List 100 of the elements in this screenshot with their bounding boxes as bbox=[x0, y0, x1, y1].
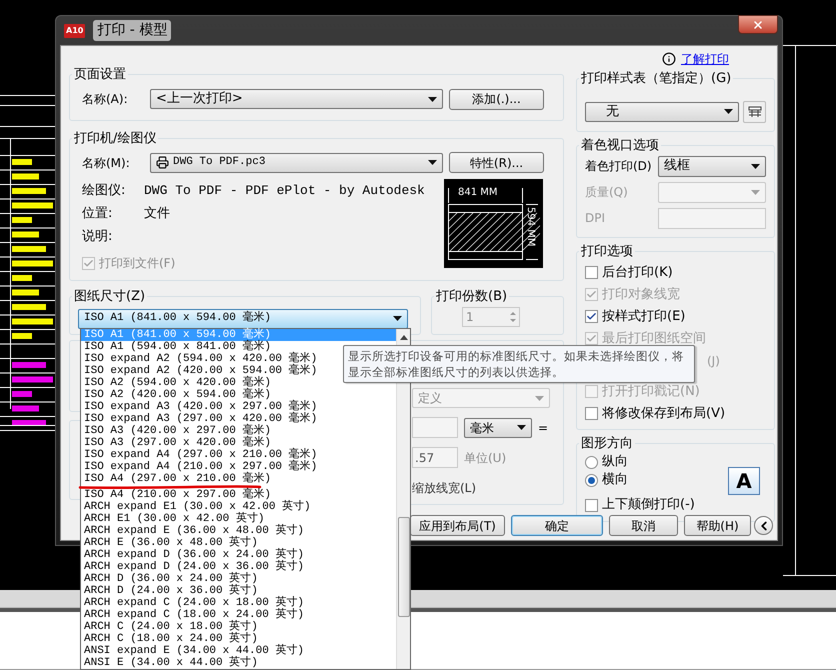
checkbox-label: 将修改保存到布局(V) bbox=[602, 404, 726, 423]
dpi-field[interactable] bbox=[658, 208, 766, 228]
section-title: 打印选项 bbox=[580, 243, 634, 261]
window-title: 打印 - 模型 bbox=[93, 20, 172, 41]
shade-dropdown[interactable]: 线框 bbox=[658, 156, 766, 176]
checkbox-label: 上下颠倒打印(-) bbox=[602, 496, 695, 514]
section-title: 图形方向 bbox=[580, 434, 634, 452]
equals-sign: = bbox=[538, 420, 548, 436]
paper-size-option[interactable]: ARCH expand D (36.00 x 24.00 英寸) bbox=[81, 549, 396, 561]
info-value: 文件 bbox=[144, 204, 170, 223]
check-icon bbox=[586, 333, 597, 344]
checkbox[interactable] bbox=[585, 498, 598, 512]
paper-size-option[interactable]: ARCH C (24.00 x 18.00 英寸) bbox=[81, 621, 396, 633]
dialog-button[interactable]: 确定 bbox=[511, 515, 603, 536]
properties-button[interactable]: 特性(R)... bbox=[449, 152, 544, 173]
paper-size-dropdown[interactable]: ISO A1 (841.00 x 594.00 毫米) bbox=[78, 308, 408, 328]
help-link[interactable]: 了解打印 bbox=[681, 50, 729, 68]
checkbox-label: 打印到文件(F) bbox=[99, 255, 176, 272]
field-label: 名称(M): bbox=[81, 154, 131, 172]
paper-size-option[interactable]: ARCH E1 (30.00 x 42.00 英寸) bbox=[81, 513, 396, 525]
edit-style-button[interactable] bbox=[743, 100, 766, 122]
paper-size-option[interactable]: ARCH expand D (24.00 x 36.00 英寸) bbox=[81, 561, 396, 573]
paper-size-option[interactable]: ISO expand A3 (420.00 x 297.00 毫米) bbox=[81, 401, 396, 413]
page-setup-dropdown[interactable]: <上一次打印> bbox=[150, 89, 443, 109]
radio-button[interactable] bbox=[585, 456, 598, 468]
unit-dropdown[interactable]: 毫米 bbox=[464, 418, 532, 438]
paper-size-option[interactable]: ANSI expand E (34.00 x 44.00 英寸) bbox=[81, 645, 396, 657]
check-icon bbox=[586, 311, 597, 322]
check-icon bbox=[586, 289, 597, 300]
orientation-preview: A bbox=[728, 467, 760, 495]
caret-icon bbox=[428, 96, 437, 102]
height-dimension: 594 MM bbox=[525, 207, 535, 247]
checkbox-label: 打开打印戳记(N) bbox=[602, 382, 700, 401]
dialog-button[interactable]: 应用到布局(T) bbox=[410, 515, 505, 536]
paper-size-option[interactable]: ARCH expand C (24.00 x 18.00 英寸) bbox=[81, 597, 396, 609]
section-title: 着色视口选项 bbox=[580, 136, 660, 154]
paper-size-option[interactable]: ARCH expand C (18.00 x 24.00 英寸) bbox=[81, 609, 396, 621]
caret-icon bbox=[751, 164, 760, 168]
units-label: 单位(U) bbox=[464, 450, 506, 466]
tooltip: 显示所选打印设备可用的标准图纸尺寸。如果未选择绘图仪，将显示全部标准图纸尺寸的列表以供选择。 bbox=[343, 345, 695, 383]
info-label: 说明: bbox=[81, 228, 114, 246]
radio-button[interactable] bbox=[585, 474, 598, 486]
printer-dropdown[interactable]: DWG To PDF.pc3 bbox=[150, 152, 443, 172]
caret-icon bbox=[393, 316, 402, 321]
info-value: DWG To PDF - PDF ePlot - by Autodesk bbox=[144, 182, 425, 200]
paper-size-option[interactable]: ARCH D (36.00 x 24.00 英寸) bbox=[81, 573, 396, 585]
field-label: DPI bbox=[585, 210, 606, 227]
field-label: 着色打印(D) bbox=[585, 158, 652, 175]
paper-size-option[interactable]: ISO expand A3 (297.00 x 420.00 毫米) bbox=[81, 413, 396, 425]
checkbox-label: 按样式打印(E) bbox=[602, 308, 686, 326]
section-title: 打印份数(B) bbox=[435, 288, 508, 306]
radio-label: 横向 bbox=[602, 471, 628, 490]
section-title: 图纸尺寸(Z) bbox=[73, 288, 146, 306]
paper-size-option[interactable]: ARCH E (36.00 x 48.00 英寸) bbox=[81, 537, 396, 549]
check-icon bbox=[83, 258, 94, 268]
info-label: 位置: bbox=[81, 204, 114, 223]
radio-label: 纵向 bbox=[602, 453, 628, 472]
units-field[interactable]: .57 bbox=[412, 447, 458, 468]
paper-size-option[interactable]: ANSI E (34.00 x 44.00 英寸) bbox=[81, 657, 396, 669]
close-icon bbox=[752, 18, 764, 30]
paper-size-option[interactable]: ISO A3 (420.00 x 297.00 毫米) bbox=[81, 425, 396, 437]
app-logo: A10 bbox=[64, 24, 86, 38]
scale-field[interactable] bbox=[412, 417, 458, 438]
caret-icon bbox=[517, 425, 526, 430]
paper-size-option[interactable]: ISO expand A4 (210.00 x 297.00 毫米) bbox=[81, 461, 396, 473]
lineweight-label: 缩放线宽(L) bbox=[412, 480, 476, 497]
dialog-button[interactable]: 取消 bbox=[609, 515, 678, 536]
scroll-thumb[interactable] bbox=[398, 517, 410, 617]
width-dimension: 841 MM bbox=[458, 188, 498, 198]
checkbox-label: 后台打印(K) bbox=[602, 264, 673, 282]
paper-size-option[interactable]: ARCH expand E1 (30.00 x 42.00 英寸) bbox=[81, 501, 396, 513]
checkbox[interactable] bbox=[585, 266, 598, 279]
caret-icon bbox=[428, 160, 437, 165]
section-title: 打印机/绘图仪 bbox=[73, 130, 158, 148]
section-title: 页面设置 bbox=[73, 66, 127, 84]
caret-icon bbox=[535, 396, 544, 400]
paper-size-option[interactable]: ARCH D (24.00 x 36.00 英寸) bbox=[81, 585, 396, 597]
paper-size-option[interactable]: ISO A4 (297.00 x 210.00 毫米) bbox=[81, 473, 396, 485]
info-label: 绘图仪: bbox=[81, 182, 126, 200]
paper-size-option[interactable]: ISO A2 (420.00 x 594.00 毫米) bbox=[81, 389, 396, 401]
plot-style-dropdown[interactable]: 无 bbox=[585, 102, 739, 122]
checkbox-label: 打印对象线宽 bbox=[602, 286, 680, 304]
paper-size-option[interactable]: ARCH expand E (36.00 x 48.00 英寸) bbox=[81, 525, 396, 537]
add-button[interactable]: 添加(.)... bbox=[449, 88, 544, 110]
checkbox-label: 最后打印图纸空间 bbox=[602, 330, 706, 348]
printer-icon bbox=[156, 156, 169, 169]
paper-size-option[interactable]: ARCH C (18.00 x 24.00 英寸) bbox=[81, 633, 396, 645]
checkbox[interactable] bbox=[585, 310, 598, 323]
checkbox-label: (J) bbox=[707, 352, 720, 370]
checkbox[interactable] bbox=[585, 407, 598, 420]
table-icon bbox=[748, 106, 762, 118]
paper-size-option[interactable]: ISO A4 (210.00 x 297.00 毫米) bbox=[81, 489, 396, 501]
paper-size-option[interactable]: ISO A3 (297.00 x 420.00 毫米) bbox=[81, 437, 396, 449]
paper-size-option[interactable]: ISO expand A4 (297.00 x 210.00 毫米) bbox=[81, 449, 396, 461]
dialog-button[interactable]: 帮助(H) bbox=[684, 515, 751, 536]
caret-icon bbox=[751, 190, 760, 194]
close-button[interactable] bbox=[738, 15, 778, 34]
field-label: 质量(Q) bbox=[585, 184, 628, 201]
scrollbar[interactable] bbox=[396, 329, 410, 669]
info-icon bbox=[662, 52, 676, 66]
